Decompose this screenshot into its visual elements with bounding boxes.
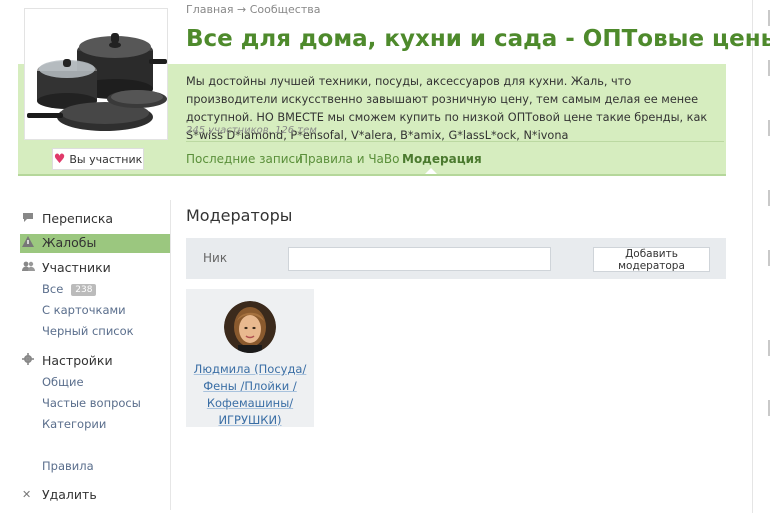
moderator-name-link[interactable]: Людмила (Посуда/Фены /Плойки /Кофемашины…: [186, 361, 314, 429]
nick-label: Ник: [203, 251, 228, 265]
users-icon: [22, 261, 42, 275]
breadcrumb-home[interactable]: Главная: [186, 3, 234, 16]
add-moderator-button[interactable]: Добавить модератора: [593, 247, 710, 272]
right-scroll-strip: [752, 0, 770, 513]
member-status-label: Вы участник: [69, 152, 143, 166]
breadcrumb: Главная → Сообщества: [186, 3, 320, 16]
sidebar-item-complaints[interactable]: Жалобы: [22, 235, 96, 250]
sidebar-item-categories[interactable]: Категории: [42, 417, 106, 431]
tab-rules-faq[interactable]: Правила и ЧаВо: [299, 152, 399, 166]
community-title: Все для дома, кухни и сада - ОПТовые цен…: [186, 26, 770, 52]
sidebar-item-general[interactable]: Общие: [42, 375, 84, 389]
sidebar-item-with-cards[interactable]: С карточками: [42, 303, 126, 317]
speech-bubble-icon: [22, 212, 42, 226]
sidebar-item-members[interactable]: Участники: [22, 260, 111, 275]
sidebar-item-label: Участники: [42, 260, 111, 275]
tabs-divider: [186, 141, 724, 142]
sidebar-item-settings[interactable]: Настройки: [22, 353, 113, 368]
heart-icon: ♥: [53, 151, 66, 167]
breadcrumb-section[interactable]: Сообщества: [250, 3, 321, 16]
community-stats: 245 участников, 126 тем: [186, 125, 317, 136]
sidebar-item-label: Жалобы: [42, 235, 97, 250]
active-tab-pointer: [425, 168, 437, 174]
page-title: Модераторы: [186, 206, 293, 225]
avatar[interactable]: [224, 301, 276, 353]
sidebar-item-chat[interactable]: Переписка: [22, 211, 113, 226]
member-status-button[interactable]: ♥ Вы участник: [52, 148, 144, 170]
sidebar-item-blacklist[interactable]: Черный список: [42, 324, 134, 338]
sidebar-item-moderators[interactable]: Модераторы: [42, 437, 118, 451]
sidebar-item-rules[interactable]: Правила: [42, 459, 94, 473]
warning-icon: [22, 235, 42, 250]
sidebar-item-faq[interactable]: Частые вопросы: [42, 396, 141, 410]
sidebar-item-label: Все: [42, 282, 64, 296]
sidebar-item-label: Настройки: [42, 353, 113, 368]
close-icon: ✕: [22, 488, 32, 501]
add-moderator-toolbar: Ник Добавить модератора: [186, 238, 726, 279]
members-count-badge: 238: [71, 284, 97, 296]
breadcrumb-arrow: →: [237, 3, 247, 16]
sidebar-item-delete[interactable]: ✕ Удалить: [22, 487, 97, 502]
tab-recent-posts[interactable]: Последние записи: [186, 152, 303, 166]
sidebar-item-members-all[interactable]: Все 238: [42, 282, 97, 296]
tab-moderation[interactable]: Модерация: [402, 152, 482, 166]
sidebar-item-label: Удалить: [42, 487, 97, 502]
sidebar-divider: [170, 200, 171, 510]
nick-input[interactable]: [288, 247, 551, 271]
sidebar-item-label: Переписка: [42, 211, 114, 226]
gear-icon: [22, 353, 42, 368]
community-image: [24, 8, 168, 140]
